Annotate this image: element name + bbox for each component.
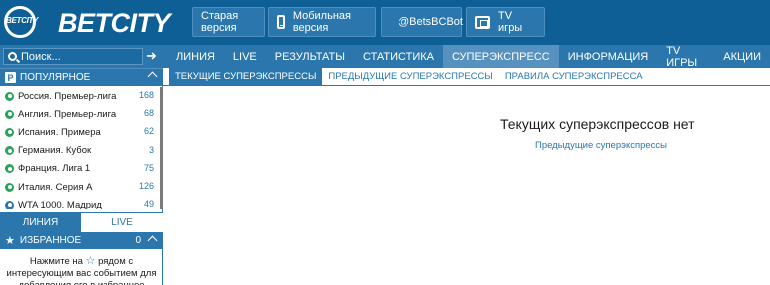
tab-live[interactable]: LIVE (81, 212, 163, 232)
league-count: 62 (143, 126, 154, 137)
league-count: 49 (143, 199, 154, 209)
league-count: 68 (143, 108, 154, 119)
tv-icon (475, 15, 491, 29)
top-header: BETCITY BETCITY Старая версия Мобильная … (0, 0, 770, 45)
tab-current-superexpress[interactable]: ТЕКУЩИЕ СУПЕРЭКСПРЕССЫ (169, 68, 323, 85)
tab-previous-superexpress[interactable]: ПРЕДЫДУЩИЕ СУПЕРЭКСПРЕССЫ (322, 68, 498, 85)
nav-results[interactable]: РЕЗУЛЬТАТЫ (266, 45, 354, 68)
league-list-scrollbar[interactable] (160, 87, 163, 209)
sidebar-tabs: ЛИНИЯ LIVE (0, 212, 163, 232)
popular-header[interactable]: P ПОПУЛЯРНОЕ (0, 68, 163, 86)
search-submit-arrow-icon[interactable]: ➜ (146, 48, 157, 64)
tab-line[interactable]: ЛИНИЯ (0, 212, 81, 232)
betcity-logo[interactable]: BETCITY BETCITY (2, 4, 171, 40)
star-outline-icon: ☆ (85, 255, 96, 267)
mobile-version-label: Мобильная версия (292, 10, 351, 34)
search-bar: Поиск... ➜ (0, 45, 163, 68)
old-version-button[interactable]: Старая версия (192, 7, 265, 37)
chevron-up-icon[interactable] (147, 235, 158, 246)
league-count: 3 (148, 144, 154, 155)
telegram-bot-button[interactable]: @BetsBCBot (381, 7, 463, 37)
tennis-icon (5, 200, 14, 209)
football-icon (5, 182, 14, 192)
list-item[interactable]: Англия. Премьер-лига 68 (0, 105, 163, 123)
football-icon (5, 164, 14, 174)
main-nav: ЛИНИЯ LIVE РЕЗУЛЬТАТЫ СТАТИСТИКА СУПЕРЭК… (163, 45, 770, 69)
tv-games-label: TV игры (498, 10, 523, 34)
list-item[interactable]: Германия. Кубок 3 (0, 142, 163, 160)
nav-live[interactable]: LIVE (224, 45, 266, 68)
previous-superexpress-link[interactable]: Предыдущие суперэкспрессы (535, 140, 667, 151)
star-icon: ★ (5, 235, 15, 247)
list-item[interactable]: Испания. Примера 62 (0, 123, 163, 141)
old-version-label: Старая версия (201, 10, 239, 34)
list-item[interactable]: Франция. Лига 1 75 (0, 160, 163, 178)
favorites-hint: Нажмите на ☆ рядом с интересующим вас со… (6, 255, 157, 285)
phone-icon (277, 15, 285, 29)
mobile-version-button[interactable]: Мобильная версия (268, 7, 376, 37)
list-item[interactable]: Россия. Премьер-лига 168 (0, 87, 163, 105)
tab-superexpress-rules[interactable]: ПРАВИЛА СУПЕРЭКСПРЕССА (499, 68, 649, 85)
sidebar: Поиск... ➜ P ПОПУЛЯРНОЕ Россия. Премьер-… (0, 45, 163, 285)
football-icon (5, 146, 14, 156)
search-icon (8, 52, 17, 61)
league-count: 75 (143, 162, 154, 173)
nav-tv-games[interactable]: TV ИГРЫ (657, 45, 714, 69)
favorites-count: 0 (135, 235, 141, 246)
superexpress-subtabs: ТЕКУЩИЕ СУПЕРЭКСПРЕССЫ ПРЕДЫДУЩИЕ СУПЕРЭ… (163, 68, 770, 86)
popular-title: ПОПУЛЯРНОЕ (20, 72, 91, 83)
nav-information[interactable]: ИНФОРМАЦИЯ (559, 45, 657, 68)
nav-superexpress[interactable]: СУПЕРЭКСПРЕСС (442, 45, 559, 68)
league-count: 126 (138, 180, 154, 191)
search-input[interactable]: Поиск... (3, 48, 143, 65)
league-name: Испания. Примера (18, 126, 101, 138)
search-placeholder: Поиск... (21, 50, 61, 63)
popular-league-list: Россия. Премьер-лига 168 Англия. Премьер… (0, 87, 163, 209)
empty-state-title: Текущих суперэкспрессов нет (500, 116, 695, 132)
logo-ball-icon: BETCITY (2, 5, 54, 39)
football-icon (5, 91, 14, 101)
list-item[interactable]: WTA 1000. Мадрид 49 (0, 196, 163, 209)
nav-statistics[interactable]: СТАТИСТИКА (354, 45, 443, 68)
nav-line[interactable]: ЛИНИЯ (167, 45, 224, 68)
logo-text: BETCITY (58, 8, 171, 38)
league-name: WTA 1000. Мадрид (18, 199, 102, 209)
league-name: Англия. Премьер-лига (18, 108, 117, 120)
football-icon (5, 109, 14, 119)
league-count: 168 (138, 90, 154, 100)
chevron-up-icon[interactable] (147, 71, 158, 82)
league-name: Россия. Премьер-лига (18, 90, 117, 102)
popular-p-icon: P (5, 72, 16, 83)
nav-promotions[interactable]: АКЦИИ (714, 45, 770, 68)
league-name: Германия. Кубок (18, 145, 92, 157)
league-name: Франция. Лига 1 (18, 163, 91, 175)
football-icon (5, 127, 14, 137)
telegram-bot-label: @BetsBCBot (398, 16, 463, 28)
favorites-title: ИЗБРАННОЕ (19, 235, 82, 246)
favorites-header[interactable]: ★ ИЗБРАННОЕ 0 (0, 232, 163, 249)
list-item[interactable]: Италия. Серия А 126 (0, 178, 163, 196)
tv-games-button[interactable]: TV игры (466, 7, 545, 37)
league-name: Италия. Серия А (18, 181, 93, 193)
